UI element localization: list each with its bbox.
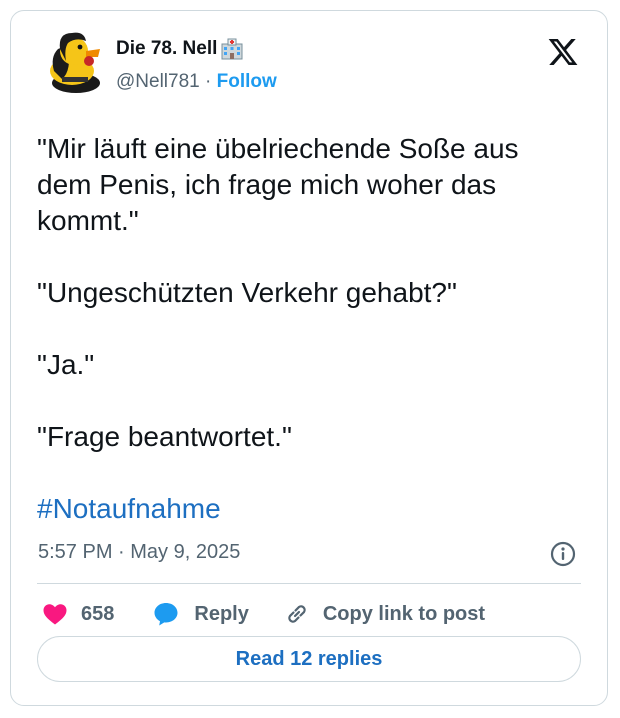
timestamp[interactable]: 5:57 PM · May 9, 2025 [38, 541, 240, 564]
tweet-text: "Mir läuft eine übelriechende Soße aus d… [37, 133, 519, 452]
copy-link-button[interactable]: Copy link to post [283, 600, 485, 628]
follow-button[interactable]: Follow [217, 71, 277, 92]
handle[interactable]: @Nell781 [116, 71, 200, 92]
reply-button[interactable]: Reply [152, 600, 282, 628]
hospital-icon [220, 38, 244, 60]
hashtag-link[interactable]: #Notaufnahme [37, 493, 221, 525]
info-icon[interactable] [549, 540, 577, 568]
action-bar: 658 Reply Copy link to post [41, 597, 485, 631]
heart-icon [43, 604, 67, 625]
link-icon [288, 605, 306, 623]
tweet-card: Die 78. Nell @Nell781 · Follow "Mir läuf… [10, 10, 608, 706]
handle-row: @Nell781 · Follow [116, 71, 277, 93]
handle-separator: · [205, 71, 212, 92]
display-name[interactable]: Die 78. Nell [116, 38, 244, 60]
like-button[interactable]: 658 [41, 600, 152, 628]
display-name-text: Die 78. Nell [116, 38, 218, 59]
divider [37, 583, 581, 584]
copy-link-label: Copy link to post [322, 602, 486, 625]
reply-bubble-icon [154, 603, 178, 626]
x-logo-icon[interactable] [547, 36, 579, 68]
like-count: 658 [81, 602, 115, 625]
avatar[interactable] [42, 27, 110, 95]
read-replies-button[interactable]: Read 12 replies [37, 636, 581, 682]
reply-label: Reply [194, 602, 249, 625]
